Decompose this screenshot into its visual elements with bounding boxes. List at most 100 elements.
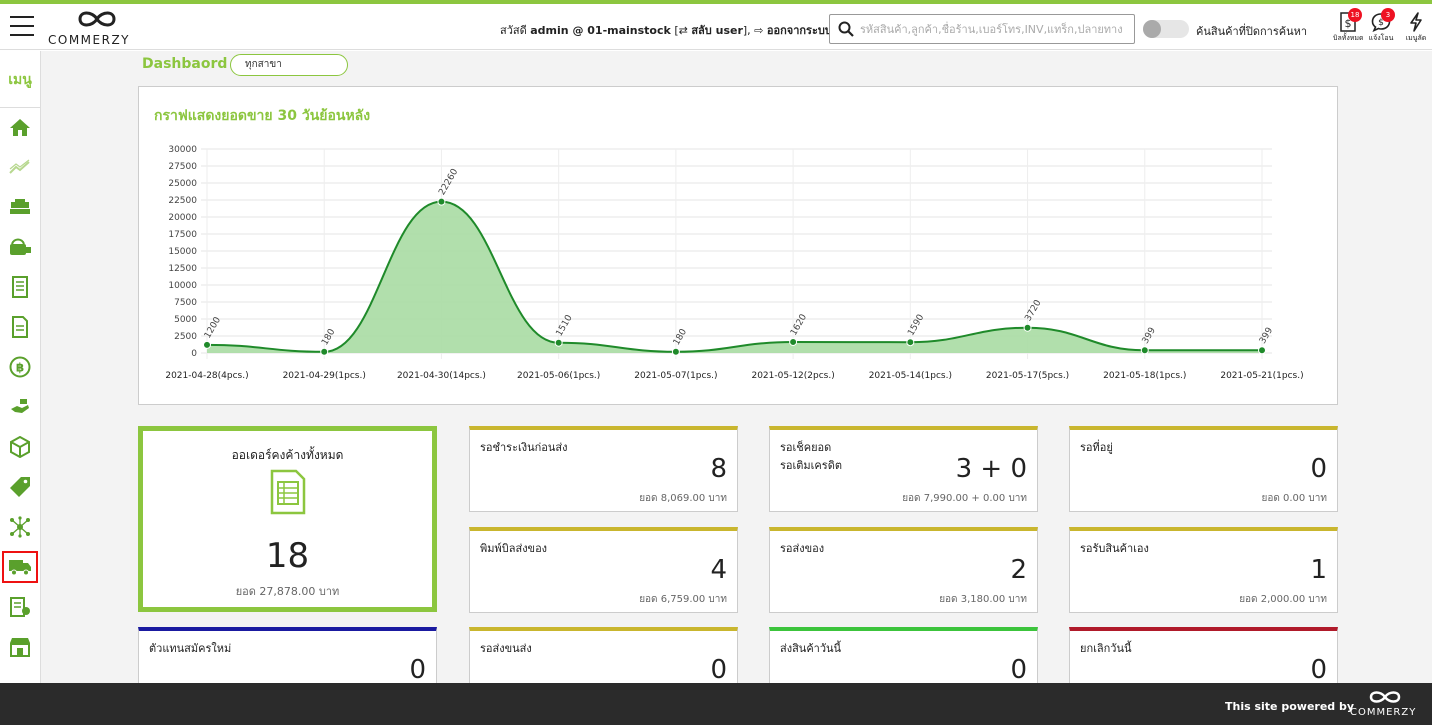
data-point [671,347,680,356]
hidden-products-toggle[interactable] [1143,20,1189,38]
store-icon [10,638,30,657]
status-card-amount: ยอด 6,759.00 บาท [639,594,727,605]
sidebar-item-documents[interactable] [2,271,38,303]
x-tick-label: 2021-05-06(1pcs.) [517,371,600,381]
logout-link[interactable]: ⇨ ออกจากระบบ [754,24,832,37]
data-label: 22260 [437,167,460,197]
brand-name: COMMERZY [48,33,131,47]
sidebar-item-currency[interactable]: ฿ [2,351,38,383]
sidebar-divider [0,107,40,108]
status-card[interactable]: ยกเลิกวันนี้ 0 [1069,627,1338,683]
status-card[interactable]: รอส่งของ 2 ยอด 3,180.00 บาท [769,527,1038,613]
status-card-title: รอเช็คยอด [780,441,832,454]
quick-menu-icon [1410,12,1422,32]
status-card-subtitle: รอเติมเครดิต [780,459,842,472]
search-input[interactable] [860,18,1130,40]
coin-icon: ฿ [9,356,31,378]
status-card-amount: ยอด 3,180.00 บาท [939,594,1027,605]
footer-brand: COMMERZY [1350,707,1417,718]
delivery-box-icon [10,238,31,255]
footer-logo[interactable]: COMMERZY [1350,688,1420,720]
status-card[interactable]: รอที่อยู่ 0 ยอด 0.00 บาท [1069,426,1338,512]
data-point [1023,323,1032,332]
home-icon [10,119,30,136]
sidebar-item-delivery[interactable] [2,231,38,263]
greeting-prefix: สวัสดี [500,24,527,37]
footer: This site powered by COMMERZY [0,683,1432,725]
toggle-label: ค้นสินค้าที่ปิดการค้นหา [1196,25,1308,38]
receipt-icon [10,597,30,617]
data-point [554,338,563,347]
data-point [1140,346,1149,355]
sidebar: เมนู ฿ [0,51,41,683]
sales-area-fill [207,201,1262,353]
x-tick-label: 2021-04-28(4pcs.) [165,371,248,381]
status-card[interactable]: รอส่งขนส่ง 0 [469,627,738,683]
x-tick-label: 2021-05-17(5pcs.) [986,371,1069,381]
status-card[interactable]: รอเช็คยอด รอเติมเครดิต 3 + 0 ยอด 7,990.00 +… [769,426,1038,512]
status-card-value: 0 [409,655,426,683]
sidebar-item-edit-docs[interactable] [2,311,38,343]
data-point [437,197,446,206]
pending-orders-card[interactable]: ออเดอร์คงค้างทั้งหมด 18 ยอด 27,878.00 บา… [138,426,437,612]
status-card-title: ยกเลิกวันนี้ [1080,642,1132,655]
switch-user-link[interactable]: ⇄ สลับ user [679,24,743,37]
user-greeting: สวัสดี admin @ 01-mainstock [⇄ สลับ user… [500,24,832,37]
sidebar-item-shipping[interactable] [2,551,38,583]
infinity-logo-icon [1369,691,1401,703]
notifications-button[interactable]: $ 3 แจ้งโอน [1366,8,1396,50]
sidebar-title: เมนู [8,72,32,88]
status-card-title: ตัวแทนสมัครใหม่ [149,642,232,655]
y-tick-label: 15000 [168,247,197,257]
status-card-amount: ยอด 8,069.00 บาท [639,493,727,504]
document-icon [12,276,28,298]
all-bills-button[interactable]: $ 18 บิลทั้งหมด [1333,8,1364,50]
branch-select[interactable]: ทุกสาขา [230,54,348,76]
sidebar-item-store[interactable] [2,631,38,663]
status-card[interactable]: รอรับสินค้าเอง 1 ยอด 2,000.00 บาท [1069,527,1338,613]
data-label: 1590 [906,313,926,338]
y-tick-label: 5000 [174,315,197,325]
data-label: 180 [320,327,337,347]
sidebar-item-payments[interactable] [2,391,38,423]
hand-cash-icon [11,399,29,413]
sidebar-item-network[interactable] [2,511,38,543]
status-card-amount: ยอด 7,990.00 + 0.00 บาท [902,493,1027,504]
data-point [1258,346,1266,355]
x-tick-label: 2021-05-14(1pcs.) [869,371,952,381]
y-tick-label: 30000 [168,145,197,155]
status-card-title: รอส่งของ [780,542,825,555]
sidebar-item-trend[interactable] [2,151,38,183]
sidebar-item-home[interactable] [2,111,38,143]
sidebar-item-promotions[interactable] [2,471,38,503]
header: COMMERZY สวัสดี admin @ 01-mainstock [⇄ … [0,4,1432,50]
sidebar-item-billing[interactable] [2,591,38,623]
status-card[interactable]: ส่งสินค้าวันนี้ 0 [769,627,1038,683]
sidebar-item-pos[interactable] [2,191,38,223]
status-card-value: 8 [710,454,727,484]
pending-orders-title: ออเดอร์คงค้างทั้งหมด [231,448,344,462]
y-tick-label: 27500 [168,162,197,172]
status-card[interactable]: ตัวแทนสมัครใหม่ 0 [138,627,437,683]
svg-text:฿: ฿ [16,361,24,375]
trend-icon [9,159,30,174]
status-card-value: 0 [1310,454,1327,484]
data-point [789,337,798,346]
x-tick-label: 2021-05-21(1pcs.) [1220,371,1303,381]
package-icon [10,436,30,458]
data-point [906,338,915,347]
y-tick-label: 10000 [168,281,197,291]
cash-register-icon [10,199,30,214]
hamburger-menu-icon[interactable] [10,16,34,36]
status-card-title: รอรับสินค้าเอง [1080,542,1149,555]
status-card[interactable]: รอชำระเงินก่อนส่ง 8 ยอด 8,069.00 บาท [469,426,738,512]
dashboard-title: Dashbaord : [142,56,238,72]
y-tick-label: 12500 [168,264,197,274]
sales-area-chart: 0 2500 5000 7500 10000 12500 15000 17500 20000 22… [165,145,1303,381]
quick-menu-button[interactable]: เมนูลัด [1401,10,1431,50]
status-card[interactable]: พิมพ์บิลส่งของ 4 ยอด 6,759.00 บาท [469,527,738,613]
brand-logo[interactable]: COMMERZY [48,8,148,48]
sidebar-item-products[interactable] [2,431,38,463]
x-tick-label: 2021-04-29(1pcs.) [283,371,366,381]
data-label: 1510 [555,313,575,338]
